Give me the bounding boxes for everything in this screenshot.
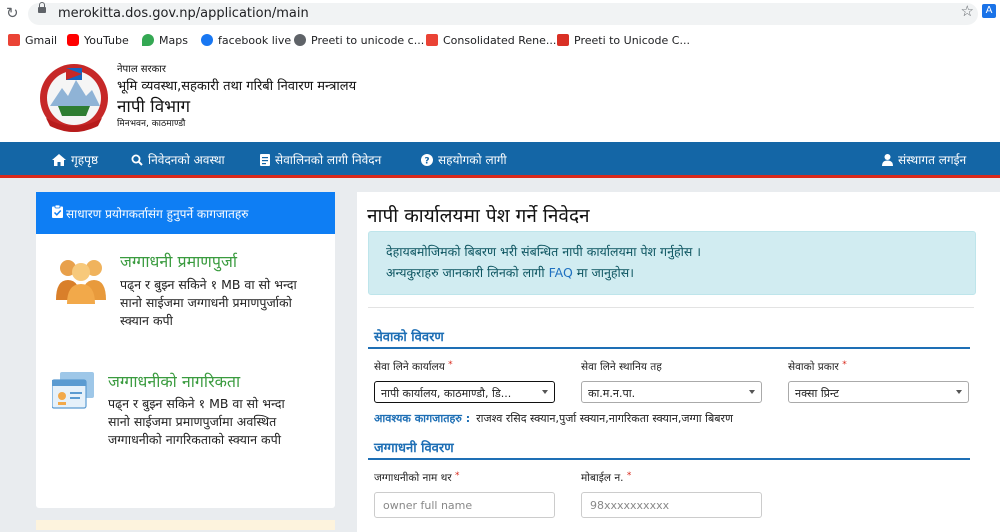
bookmark-maps[interactable]: Maps: [142, 34, 188, 47]
bookmark-facebook[interactable]: facebook live: [201, 34, 291, 47]
ministry-name: भूमि व्यवस्था,सहकारी तथा गरिबी निवारण मन…: [117, 79, 357, 94]
nav-service-application[interactable]: सेवालिनको लागी निवेदन: [260, 151, 381, 168]
owner-section-heading: जग्गाधनी विवरण: [374, 441, 454, 456]
page-title: नापी कार्यालयमा पेश गर्ने निवेदन: [367, 205, 590, 227]
extension-icon[interactable]: A: [982, 4, 996, 18]
nav-home[interactable]: गृहपृष्ठ: [52, 151, 98, 168]
youtube-icon: [67, 34, 79, 46]
owner-name-label: जग्गाधनीको नाम थर *: [374, 471, 460, 484]
required-mark: *: [455, 471, 460, 481]
required-documents-title: साधारण प्रयोगकर्तासंग हुनुपर्ने कागजातहर…: [66, 207, 249, 221]
maps-icon: [142, 34, 154, 46]
question-circle-icon: ?: [421, 154, 433, 167]
owner-name-input[interactable]: [374, 492, 555, 518]
doc-title-land-certificate: जग्गाधनी प्रमाणपुर्जा: [120, 252, 237, 271]
department-address: मिनभवन, काठमाण्डौ: [117, 119, 186, 129]
info-line-1: देहायबमोजिमको बिबरण भरी संबन्धित नापी का…: [386, 244, 702, 259]
home-icon: [52, 154, 66, 166]
bookmark-preeti-2[interactable]: Preeti to Unicode C...: [557, 34, 690, 47]
bookmark-star-icon[interactable]: ☆: [961, 2, 974, 20]
bookmark-preeti-1[interactable]: Preeti to unicode c...: [294, 34, 424, 47]
chevron-down-icon: [956, 390, 962, 394]
service-type-select[interactable]: नक्सा प्रिन्ट: [788, 381, 969, 403]
chevron-down-icon: [749, 390, 755, 394]
clipboard-check-icon: [52, 205, 63, 218]
doc-desc-land-certificate: पढ्न र बुझ्न सकिने १ MB वा सो भन्दा सानो…: [120, 277, 297, 328]
required-documents-line: आवश्यक कागजातहरु : राजश्व रसिद स्क्यान,पु…: [374, 411, 733, 426]
reload-icon[interactable]: ↻: [6, 4, 19, 22]
gmail-icon: [426, 34, 438, 46]
bookmark-gmail[interactable]: Gmail: [8, 34, 57, 47]
doc-title-citizenship: जग्गाधनीको नागरिकता: [108, 372, 241, 391]
gmail-icon: [8, 34, 20, 46]
office-label: सेवा लिने कार्यालय *: [374, 360, 453, 373]
required-mark: *: [842, 360, 847, 370]
browser-address-bar: ↻ merokitta.dos.gov.np/application/main …: [0, 0, 1000, 29]
url-text: merokitta.dos.gov.np/application/main: [58, 6, 309, 21]
sidebar-secondary-card: [36, 520, 335, 530]
required-documents-value: राजश्व रसिद स्क्यान,पुर्जा स्क्यान,नागरि…: [476, 412, 733, 425]
department-name: नापी विभाग: [117, 97, 191, 117]
service-section-heading: सेवाको विवरण: [374, 330, 444, 345]
search-icon: [131, 154, 143, 166]
bookmark-consolidated[interactable]: Consolidated Rene...: [426, 34, 556, 47]
government-label: नेपाल सरकार: [117, 64, 166, 75]
user-icon: [882, 154, 893, 166]
required-documents-label: आवश्यक कागजातहरु :: [374, 412, 471, 425]
document-icon: [260, 154, 270, 166]
required-documents-header: साधारण प्रयोगकर्तासंग हुनुपर्ने कागजातहर…: [36, 192, 335, 234]
info-alert: देहायबमोजिमको बिबरण भरी संबन्धित नापी का…: [368, 231, 976, 295]
local-level-select[interactable]: का.म.न.पा.: [581, 381, 762, 403]
lock-icon[interactable]: [38, 2, 46, 13]
info-line-2: अन्यकुराहरु जानकारी लिनको लागी FAQ मा जा…: [386, 265, 634, 280]
application-form-card: नापी कार्यालयमा पेश गर्ने निवेदन देहायबम…: [357, 192, 1000, 532]
office-select[interactable]: नापी कार्यालय, काठमाण्डौ, डि...: [374, 381, 555, 403]
mobile-input[interactable]: [581, 492, 762, 518]
nepal-emblem-icon[interactable]: [36, 60, 112, 134]
faq-link[interactable]: FAQ: [549, 265, 573, 280]
svg-text:?: ?: [424, 157, 429, 167]
nav-application-status[interactable]: निवेदनको अवस्था: [131, 151, 225, 168]
required-documents-card: साधारण प्रयोगकर्तासंग हुनुपर्ने कागजातहर…: [36, 192, 335, 508]
service-section-underline: [368, 347, 970, 349]
service-type-label: सेवाको प्रकार *: [788, 360, 847, 373]
chevron-down-icon: [542, 390, 548, 394]
required-mark: *: [626, 471, 632, 481]
url-field[interactable]: merokitta.dos.gov.np/application/main: [28, 2, 978, 25]
nav-institutional-login[interactable]: संस्थागत लगईन: [882, 151, 966, 168]
mobile-label: मोबाईल न. *: [581, 471, 632, 484]
local-level-label: सेवा लिने स्थानिय तह: [581, 361, 662, 373]
site-header: नेपाल सरकार भूमि व्यवस्था,सहकारी तथा गरि…: [0, 54, 1000, 142]
facebook-icon: [201, 34, 213, 46]
globe-icon: [294, 34, 306, 46]
owner-section-underline: [368, 458, 970, 460]
required-mark: *: [448, 360, 453, 370]
a-icon: [557, 34, 569, 46]
bookmark-youtube[interactable]: YouTube: [67, 34, 129, 47]
nav-help[interactable]: ? सहयोगको लागी: [421, 151, 507, 168]
id-card-icon: [52, 372, 94, 409]
main-navbar: गृहपृष्ठ निवेदनको अवस्था सेवालिनको लागी …: [0, 142, 1000, 178]
doc-desc-citizenship: पढ्न र बुझ्न सकिने १ MB वा सो भन्दा सानो…: [108, 396, 285, 447]
people-icon: [56, 260, 106, 304]
form-divider: [368, 307, 974, 308]
bookmarks-bar: Gmail YouTube Maps facebook live Preeti …: [0, 28, 1000, 55]
